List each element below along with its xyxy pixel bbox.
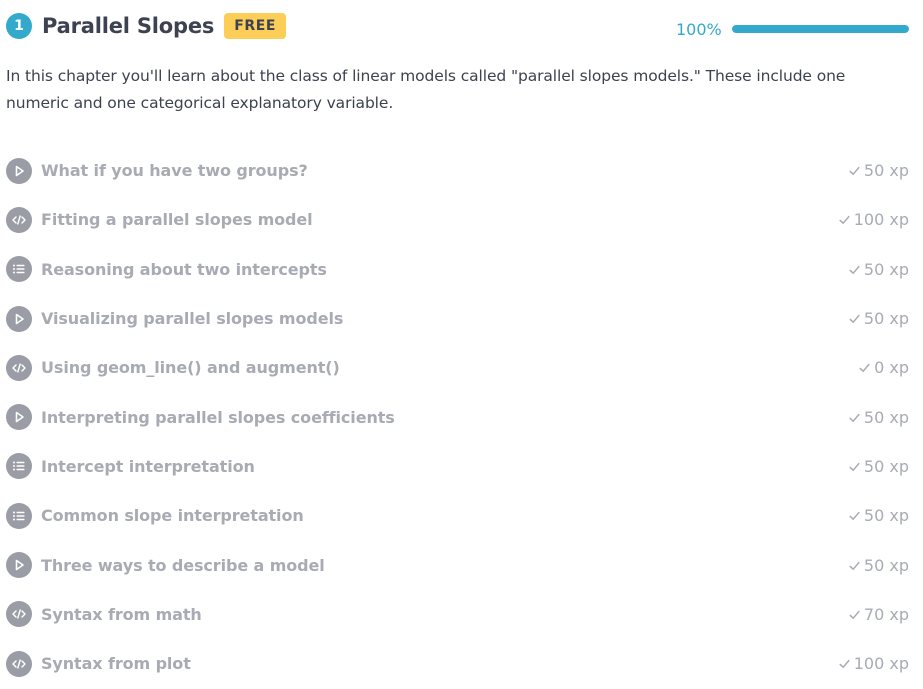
exercise-title[interactable]: Reasoning about two intercepts (41, 260, 327, 279)
exercise-xp: 100 xp (839, 210, 909, 229)
exercise-xp-value: 50 xp (863, 259, 909, 279)
exercise-xp: 50 xp (849, 457, 909, 476)
exercise-xp-value: 50 xp (863, 506, 909, 526)
exercise-title[interactable]: Syntax from math (41, 605, 202, 624)
exercise-xp: 100 xp (839, 654, 909, 673)
checkmark-icon (849, 408, 860, 427)
chapter-progress: 100% (676, 18, 909, 40)
exercise-xp: 50 xp (849, 408, 909, 427)
chapter-title[interactable]: Parallel Slopes (42, 14, 214, 38)
exercise-xp: 50 xp (849, 309, 909, 328)
chapter-number-badge: 1 (6, 13, 32, 39)
progress-bar-fill (732, 25, 909, 33)
exercise-item-main: Intercept interpretation (6, 453, 255, 480)
exercise-item[interactable]: Visualizing parallel slopes models 50 xp (6, 294, 909, 343)
exercise-item[interactable]: Fitting a parallel slopes model 100 xp (6, 195, 909, 244)
exercise-xp: 50 xp (849, 556, 909, 575)
checkmark-icon (849, 309, 860, 328)
exercise-list: What if you have two groups? 50 xp Fitting… (6, 146, 909, 688)
exercise-item-main: Syntax from plot (6, 650, 191, 677)
exercise-item[interactable]: Interpreting parallel slopes coefficient… (6, 392, 909, 441)
exercise-item-main: What if you have two groups? (6, 157, 308, 184)
exercise-item-main: Three ways to describe a model (6, 552, 325, 579)
code-icon (6, 206, 32, 233)
list-icon (6, 453, 32, 480)
exercise-title[interactable]: Three ways to describe a model (41, 556, 325, 575)
exercise-item[interactable]: What if you have two groups? 50 xp (6, 146, 909, 195)
list-icon (6, 502, 32, 529)
chapter-card: 1 Parallel Slopes FREE 100% In this chap… (0, 0, 923, 689)
exercise-item-main: Reasoning about two intercepts (6, 256, 327, 283)
exercise-xp-value: 50 xp (863, 407, 909, 427)
checkmark-icon (839, 210, 850, 229)
exercise-item-main: Syntax from math (6, 601, 202, 628)
exercise-title[interactable]: Fitting a parallel slopes model (41, 210, 313, 229)
exercise-item[interactable]: Using geom_line() and augment() 0 xp (6, 343, 909, 392)
exercise-xp: 70 xp (849, 605, 909, 624)
exercise-item[interactable]: Syntax from math 70 xp (6, 590, 909, 639)
checkmark-icon (849, 260, 860, 279)
exercise-xp: 0 xp (859, 358, 909, 377)
exercise-title[interactable]: Using geom_line() and augment() (41, 358, 340, 377)
code-icon (6, 601, 32, 628)
exercise-xp-value: 100 xp (853, 654, 909, 674)
exercise-title[interactable]: Intercept interpretation (41, 457, 255, 476)
progress-label: 100% (676, 19, 722, 39)
exercise-title[interactable]: Interpreting parallel slopes coefficient… (41, 408, 395, 427)
exercise-item-main: Interpreting parallel slopes coefficient… (6, 404, 395, 431)
chapter-description: In this chapter you'll learn about the c… (6, 67, 846, 112)
code-icon (6, 354, 32, 381)
list-icon (6, 256, 32, 283)
exercise-item[interactable]: Common slope interpretation 50 xp (6, 491, 909, 540)
exercise-title[interactable]: Visualizing parallel slopes models (41, 309, 343, 328)
play-icon (6, 404, 32, 431)
exercise-xp-value: 0 xp (874, 358, 909, 378)
exercise-xp: 50 xp (849, 260, 909, 279)
exercise-xp-value: 70 xp (863, 604, 909, 624)
play-icon (6, 157, 32, 184)
exercise-item[interactable]: Syntax from plot 100 xp (6, 639, 909, 688)
exercise-item-main: Fitting a parallel slopes model (6, 206, 313, 233)
checkmark-icon (859, 358, 870, 377)
exercise-xp-value: 50 xp (863, 555, 909, 575)
exercise-item-main: Using geom_line() and augment() (6, 354, 340, 381)
exercise-item-main: Visualizing parallel slopes models (6, 305, 343, 332)
checkmark-icon (849, 506, 860, 525)
exercise-xp-value: 50 xp (863, 309, 909, 329)
play-icon (6, 305, 32, 332)
checkmark-icon (849, 605, 860, 624)
exercise-xp: 50 xp (849, 161, 909, 180)
free-badge: FREE (224, 13, 287, 39)
checkmark-icon (849, 457, 860, 476)
exercise-title[interactable]: Common slope interpretation (41, 506, 304, 525)
exercise-xp: 50 xp (849, 506, 909, 525)
exercise-item[interactable]: Three ways to describe a model 50 xp (6, 540, 909, 589)
checkmark-icon (849, 161, 860, 180)
exercise-title[interactable]: What if you have two groups? (41, 161, 308, 180)
play-icon (6, 552, 32, 579)
exercise-item[interactable]: Intercept interpretation 50 xp (6, 442, 909, 491)
exercise-xp-value: 50 xp (863, 456, 909, 476)
exercise-title[interactable]: Syntax from plot (41, 654, 191, 673)
exercise-xp-value: 100 xp (853, 210, 909, 230)
checkmark-icon (839, 654, 850, 673)
exercise-xp-value: 50 xp (863, 161, 909, 181)
code-icon (6, 650, 32, 677)
exercise-item-main: Common slope interpretation (6, 502, 304, 529)
exercise-item[interactable]: Reasoning about two intercepts 50 xp (6, 245, 909, 294)
checkmark-icon (849, 556, 860, 575)
progress-bar (732, 25, 909, 33)
